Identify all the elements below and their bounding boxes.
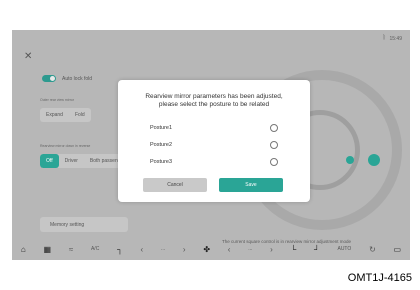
- home-icon[interactable]: ⌂: [21, 245, 26, 254]
- temp-right-increase-icon[interactable]: ›: [270, 245, 273, 254]
- posture-option-label: Posture2: [150, 142, 173, 148]
- bottom-bar: ⌂ ▦ ≈ A/C ┐ ‹ ... › ✤ ‹ ... › └ ┘ AUTO ↻…: [12, 238, 410, 260]
- close-icon[interactable]: ✕: [24, 52, 32, 62]
- rear-defrost-icon[interactable]: ▭: [394, 245, 402, 254]
- reverse-caption: Rearview mirror down in reverse: [40, 144, 91, 148]
- apps-icon[interactable]: ▦: [43, 245, 51, 254]
- dialog-title: Rearview mirror parameters has been adju…: [118, 93, 310, 109]
- fan-icon[interactable]: ✤: [203, 245, 210, 254]
- radio-button[interactable]: [270, 141, 278, 149]
- temp-right-decrease-icon[interactable]: ‹: [228, 245, 231, 254]
- recirculation-icon[interactable]: ↻: [369, 245, 376, 254]
- mirror-mode-fold[interactable]: Fold: [69, 108, 91, 122]
- status-time: 15:49: [389, 36, 402, 42]
- auto-button[interactable]: AUTO: [337, 246, 351, 252]
- seat-heat-right-icon[interactable]: └: [291, 245, 297, 254]
- dialog-title-line1: Rearview mirror parameters has been adju…: [145, 93, 283, 100]
- auto-fold-label: Auto lock fold: [62, 75, 93, 82]
- seat-vent-icon[interactable]: ┘: [314, 245, 320, 254]
- save-button[interactable]: Save: [219, 178, 283, 192]
- mirror-mode-selector: Expand Fold: [40, 108, 91, 122]
- auto-fold-toggle[interactable]: [42, 75, 56, 82]
- memory-setting-button[interactable]: Memory setting: [40, 217, 128, 232]
- temp-left-value: ...: [160, 246, 166, 252]
- cancel-button[interactable]: Cancel: [143, 178, 207, 192]
- posture-option-2[interactable]: Posture2: [150, 141, 278, 149]
- auto-fold-row: Auto lock fold: [42, 75, 92, 82]
- mirror-control-indicator: [368, 154, 380, 166]
- posture-option-label: Posture1: [150, 125, 173, 131]
- bluetooth-icon: ᚱ: [382, 35, 386, 41]
- figure-code: OMT1J-4165: [347, 272, 412, 284]
- posture-option-3[interactable]: Posture3: [150, 158, 278, 166]
- radio-button[interactable]: [270, 124, 278, 132]
- mirror-mode-caption: Outer rear view mirror: [40, 98, 75, 102]
- temp-left-increase-icon[interactable]: ›: [183, 245, 186, 254]
- reverse-off[interactable]: Off: [40, 154, 59, 168]
- posture-option-label: Posture3: [150, 159, 173, 165]
- mirror-mode-expand[interactable]: Expand: [40, 108, 69, 122]
- temp-left-decrease-icon[interactable]: ‹: [141, 245, 144, 254]
- dialog-title-line2: please select the posture to be related: [158, 101, 270, 108]
- defrost-icon[interactable]: ≈: [69, 245, 73, 254]
- reverse-driver[interactable]: Driver: [59, 154, 84, 168]
- temp-right-value: ...: [248, 246, 253, 252]
- ac-button[interactable]: A/C: [91, 246, 99, 252]
- posture-dialog: Rearview mirror parameters has been adju…: [118, 80, 310, 202]
- seat-heat-left-icon[interactable]: ┐: [117, 245, 123, 254]
- radio-button[interactable]: [270, 158, 278, 166]
- posture-option-1[interactable]: Posture1: [150, 124, 278, 132]
- mirror-control-dot: [346, 156, 354, 164]
